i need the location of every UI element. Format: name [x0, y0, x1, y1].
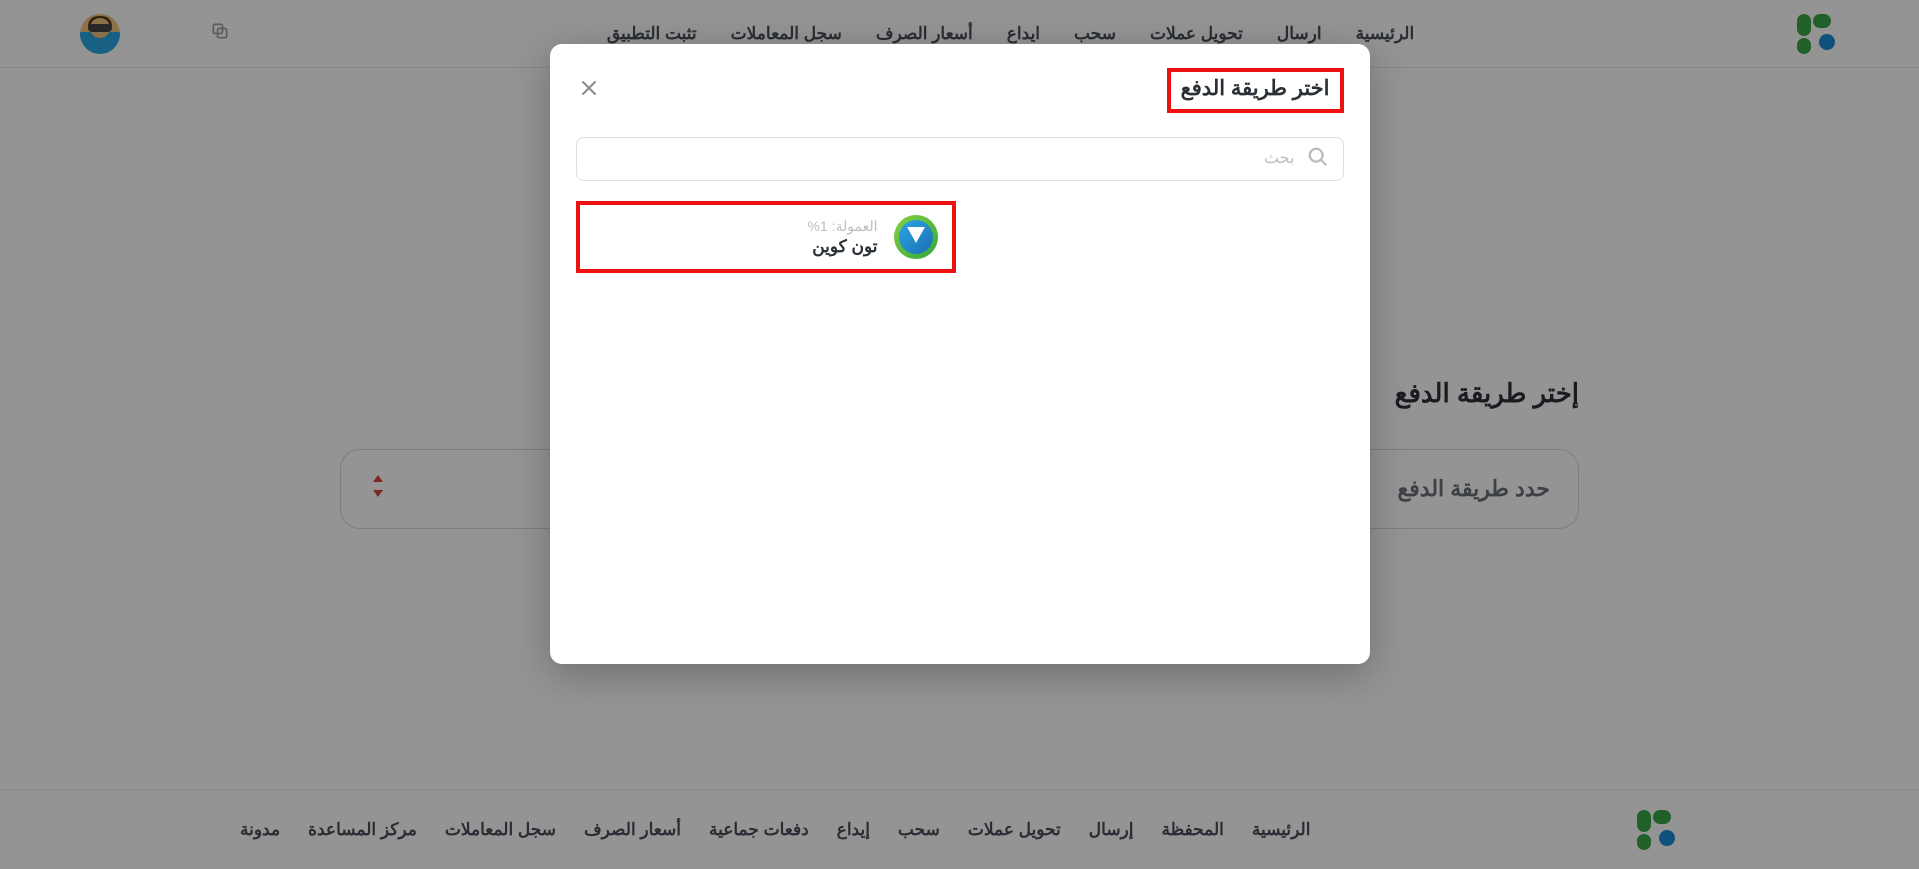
search-icon: [1307, 146, 1329, 173]
close-icon[interactable]: [576, 75, 602, 106]
option-name: تون كوين: [807, 237, 877, 257]
payment-option-toncoin[interactable]: العمولة: 1% تون كوين: [576, 201, 956, 273]
search-field-wrap[interactable]: [576, 137, 1344, 181]
modal-title: اختر طريقة الدفع: [1167, 68, 1344, 113]
option-commission: العمولة: 1%: [807, 218, 877, 235]
toncoin-icon: [894, 215, 938, 259]
payment-method-modal: اختر طريقة الدفع العمولة: 1% تون كوين: [550, 44, 1370, 664]
option-text: العمولة: 1% تون كوين: [807, 218, 877, 257]
search-input[interactable]: [591, 149, 1297, 169]
modal-header: اختر طريقة الدفع: [576, 68, 1344, 113]
